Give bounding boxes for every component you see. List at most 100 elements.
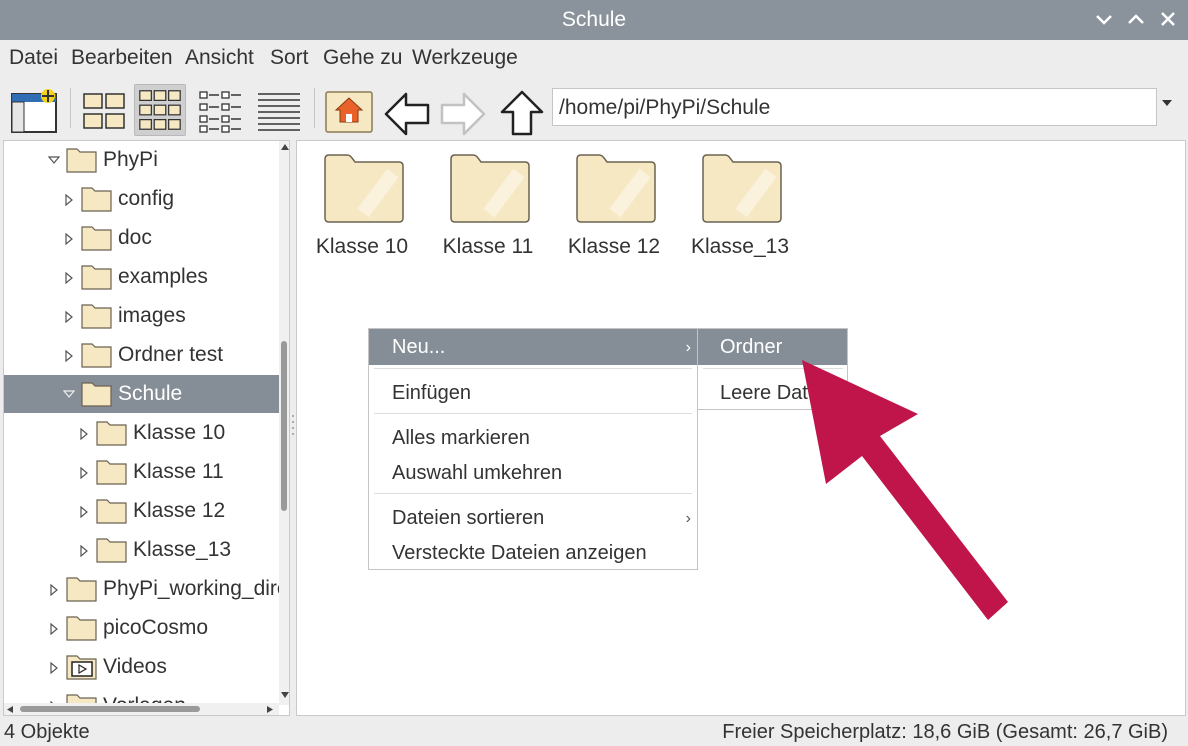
tree-item-schule[interactable]: Schule	[4, 375, 279, 413]
minimize-icon[interactable]	[1091, 6, 1117, 32]
tree-item-label: Klasse 10	[133, 421, 226, 444]
menu-item-paste[interactable]: Einfügen	[369, 375, 697, 411]
toolbar: /home/pi/PhyPi/Schule	[0, 76, 1188, 138]
menu-item-label: Ordner	[720, 336, 783, 358]
video-folder-icon	[66, 655, 97, 680]
tree-item-label: Ordner test	[118, 343, 224, 366]
chevron-down-icon[interactable]	[1160, 98, 1174, 108]
tree-item-label: Videos	[103, 655, 167, 678]
expander-right-icon[interactable]	[64, 311, 74, 323]
up-icon[interactable]	[496, 84, 548, 136]
tree-item-ordner-test[interactable]: Ordner test	[4, 336, 279, 374]
tree-item-config[interactable]: config	[4, 180, 279, 218]
tree-item-examples[interactable]: examples	[4, 258, 279, 296]
tree-horizontal-scrollbar[interactable]	[4, 703, 279, 715]
tree-item-klasse-10[interactable]: Klasse 10	[4, 414, 279, 452]
expander-right-icon[interactable]	[49, 584, 59, 596]
menu-item-label: Auswahl umkehren	[392, 462, 563, 484]
menu-item-sort-files[interactable]: Dateien sortieren ›	[369, 500, 697, 536]
file-item-klasse-11[interactable]: Klasse 11	[433, 153, 543, 263]
scroll-up-icon[interactable]	[280, 143, 290, 151]
menu-item-label: Dateien sortieren	[392, 507, 545, 529]
tree-item-images[interactable]: images	[4, 297, 279, 335]
tree-item-label: Klasse 11	[133, 460, 224, 483]
tree-item-klasse-13[interactable]: Klasse_13	[4, 531, 279, 569]
tree-item-label: examples	[118, 265, 208, 288]
tree-item-phypi-working-dir[interactable]: PhyPi_working_dire	[4, 570, 289, 608]
expander-right-icon[interactable]	[64, 272, 74, 284]
tree-item-phypi[interactable]: PhyPi	[4, 141, 279, 179]
folder-icon	[96, 538, 127, 563]
icon-view-icon[interactable]	[78, 84, 130, 136]
directory-tree[interactable]: PhyPi config doc examples images Ordner …	[3, 140, 290, 716]
tree-item-label: PhyPi	[103, 148, 158, 171]
list-view-icon[interactable]	[252, 84, 304, 136]
tree-item-label: Klasse_13	[133, 538, 232, 561]
item-count: 4 Objekte	[4, 721, 90, 743]
forward-icon[interactable]	[438, 84, 490, 136]
folder-icon	[66, 616, 97, 641]
expander-down-icon[interactable]	[63, 389, 75, 399]
scrollbar-thumb[interactable]	[281, 341, 287, 511]
expander-right-icon[interactable]	[79, 428, 89, 440]
tree-item-doc[interactable]: doc	[4, 219, 279, 257]
tree-vertical-scrollbar[interactable]	[279, 141, 290, 705]
tree-item-picocosmo[interactable]: picoCosmo	[4, 609, 279, 647]
menu-item-new[interactable]: Neu... ›	[369, 329, 697, 365]
path-input[interactable]: /home/pi/PhyPi/Schule	[552, 88, 1157, 126]
file-item-klasse-12[interactable]: Klasse 12	[559, 153, 669, 263]
status-bar: 4 Objekte Freier Speicherplatz: 18,6 GiB…	[0, 718, 1188, 746]
folder-icon	[66, 148, 97, 173]
tree-item-label: Schule	[118, 382, 183, 405]
expander-right-icon[interactable]	[49, 662, 59, 674]
menu-file[interactable]: Datei	[9, 46, 58, 70]
menu-go[interactable]: Gehe zu	[323, 46, 402, 70]
thumbnail-view-icon[interactable]	[134, 84, 186, 136]
tree-item-videos[interactable]: Videos	[4, 648, 279, 686]
menu-item-show-hidden[interactable]: Versteckte Dateien anzeigen	[369, 535, 697, 571]
folder-icon	[96, 499, 127, 524]
file-item-klasse-13[interactable]: Klasse_13	[685, 153, 795, 263]
menu-item-invert-selection[interactable]: Auswahl umkehren	[369, 455, 697, 491]
expander-down-icon[interactable]	[48, 155, 60, 165]
menu-item-select-all[interactable]: Alles markieren	[369, 420, 697, 456]
menu-view[interactable]: Ansicht	[185, 46, 254, 70]
pane-splitter[interactable]	[291, 410, 295, 440]
file-item-label: Klasse 11	[442, 235, 534, 258]
expander-right-icon[interactable]	[64, 350, 74, 362]
folder-icon	[81, 304, 112, 329]
compact-view-icon[interactable]	[194, 84, 246, 136]
expander-right-icon[interactable]	[79, 506, 89, 518]
scroll-right-icon[interactable]	[266, 705, 274, 714]
menu-tools[interactable]: Werkzeuge	[412, 46, 518, 70]
tree-item-label: Klasse 12	[133, 499, 226, 522]
expander-right-icon[interactable]	[79, 545, 89, 557]
back-icon[interactable]	[380, 84, 432, 136]
scrollbar-thumb[interactable]	[20, 706, 200, 712]
expander-right-icon[interactable]	[64, 194, 74, 206]
scroll-down-icon[interactable]	[280, 691, 290, 699]
folder-icon	[81, 226, 112, 251]
tree-item-label: PhyPi_working_dire	[103, 577, 289, 600]
tree-item-label: doc	[118, 226, 152, 249]
file-item-klasse-10[interactable]: Klasse 10	[307, 153, 417, 263]
menu-sort[interactable]: Sort	[270, 46, 309, 70]
home-icon[interactable]	[322, 84, 374, 136]
file-item-label: Klasse 10	[315, 235, 409, 258]
expander-right-icon[interactable]	[64, 233, 74, 245]
expander-right-icon[interactable]	[49, 623, 59, 635]
menu-item-label: Einfügen	[392, 382, 471, 404]
new-window-icon[interactable]	[8, 84, 60, 136]
menu-edit[interactable]: Bearbeiten	[71, 46, 173, 70]
tree-item-klasse-12[interactable]: Klasse 12	[4, 492, 279, 530]
tree-item-label: config	[118, 187, 175, 210]
scroll-left-icon[interactable]	[6, 705, 14, 714]
tree-item-klasse-11[interactable]: Klasse 11	[4, 453, 279, 491]
close-icon[interactable]	[1155, 6, 1181, 32]
annotation-arrow-icon	[802, 360, 1008, 620]
maximize-icon[interactable]	[1123, 6, 1149, 32]
folder-icon	[81, 343, 112, 368]
title-bar: Schule	[0, 0, 1188, 40]
expander-right-icon[interactable]	[79, 467, 89, 479]
menu-item-label: Neu...	[392, 336, 446, 358]
